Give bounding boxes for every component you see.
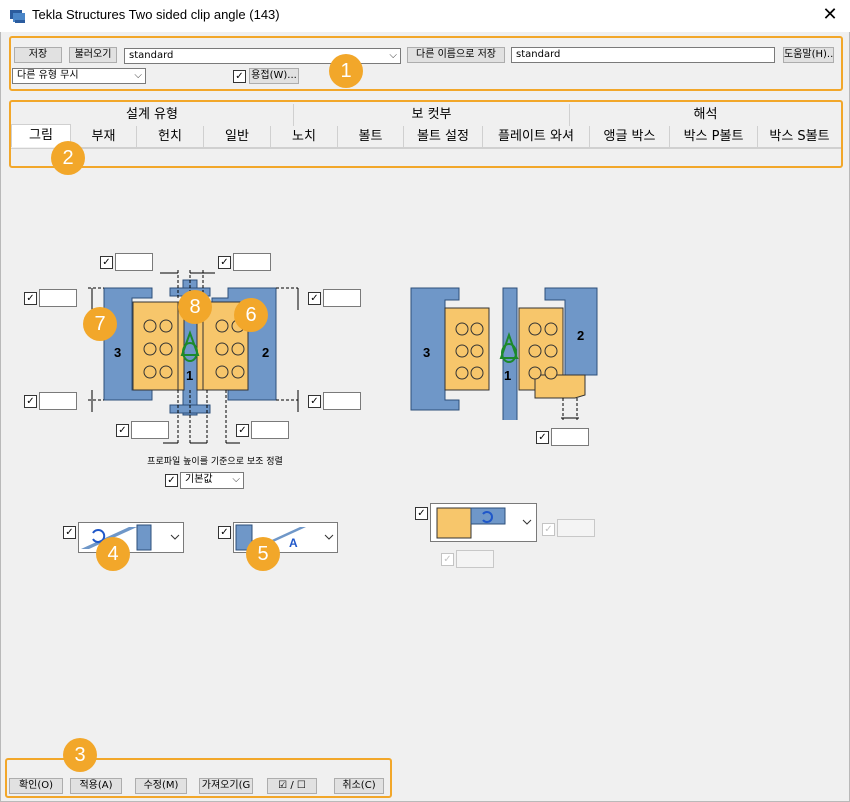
chevron-down-icon: ⌵ [232, 474, 240, 485]
dim-checkbox[interactable]: ✓ [218, 256, 231, 269]
dim-checkbox[interactable]: ✓ [24, 292, 37, 305]
tab-box-s-bolt[interactable]: 박스 S볼트 [758, 126, 841, 148]
callout-badge-1: 1 [329, 54, 363, 88]
callout-badge-8: 8 [178, 290, 212, 324]
tab-group-analysis: 해석 [693, 107, 718, 122]
tab-group-beam-cut: 보 컷부 [294, 104, 570, 126]
member-label: 1 [186, 368, 193, 383]
connection-diagram-right: 3 2 1 [410, 287, 598, 420]
member-label: 2 [577, 328, 584, 343]
save-button[interactable]: 저장 [14, 47, 62, 63]
tab-notch[interactable]: 노치 [271, 126, 338, 148]
dim-field[interactable] [551, 428, 589, 446]
box-preview-icon [436, 507, 532, 539]
bolt-orientation-picker[interactable] [78, 522, 184, 553]
option-checkbox[interactable]: ✓ [63, 526, 76, 539]
callout-badge-5: 5 [246, 537, 280, 571]
dim-field[interactable] [115, 253, 153, 271]
member-label: 3 [423, 345, 430, 360]
dim-checkbox[interactable]: ✓ [100, 256, 113, 269]
dim-field[interactable] [323, 289, 361, 307]
help-button[interactable]: 도움말(H)... [783, 47, 834, 63]
dim-checkbox[interactable]: ✓ [24, 395, 37, 408]
callout-badge-4: 4 [96, 537, 130, 571]
tab-box-p-bolt[interactable]: 박스 P볼트 [670, 126, 758, 148]
preset-value: standard [129, 50, 174, 61]
load-button[interactable]: 불러오기 [69, 47, 117, 63]
member-label: 2 [262, 345, 269, 360]
save-as-input[interactable]: standard [511, 47, 775, 63]
member-label: 1 [504, 368, 511, 383]
tab-divider [11, 148, 841, 149]
box-orientation-picker[interactable] [430, 503, 537, 542]
tab-group-design-type: 설계 유형 [11, 104, 294, 126]
tab-bolts[interactable]: 볼트 [338, 126, 404, 148]
disabled-field [456, 550, 494, 568]
dim-checkbox[interactable]: ✓ [116, 424, 129, 437]
ok-button[interactable]: 확인(O) [9, 778, 63, 794]
weld-button[interactable]: 용접(W)... [249, 68, 299, 84]
profile-height-caption: 프로파일 높이를 기준으로 보조 정렬 [147, 457, 283, 467]
tab-member[interactable]: 부재 [71, 126, 137, 148]
chevron-down-icon: ⌵ [389, 50, 397, 61]
option-checkbox[interactable]: ✓ [415, 507, 428, 520]
alignment-checkbox[interactable]: ✓ [165, 474, 178, 487]
ignore-type-combo[interactable]: 다른 유형 무시 ⌵ [12, 68, 146, 84]
tab-angle-box[interactable]: 앵글 박스 [590, 126, 670, 148]
member-label: 3 [114, 345, 121, 360]
save-as-button[interactable]: 다른 이름으로 저장 [407, 47, 505, 63]
apply-button[interactable]: 적용(A) [70, 778, 122, 794]
dim-field[interactable] [251, 421, 289, 439]
ignore-type-value: 다른 유형 무시 [17, 70, 79, 81]
tab-bolt-settings[interactable]: 볼트 설정 [404, 126, 483, 148]
chevron-down-icon: ⌵ [134, 70, 142, 81]
get-button[interactable]: 가져오기(G [199, 778, 253, 794]
callout-badge-3: 3 [63, 738, 97, 772]
tab-haunch[interactable]: 헌치 [137, 126, 204, 148]
dim-field[interactable] [39, 289, 77, 307]
tekla-app-icon [9, 8, 27, 24]
cancel-button[interactable]: 취소(C) [334, 778, 384, 794]
weld-checkbox[interactable]: ✓ [233, 70, 246, 83]
modify-button[interactable]: 수정(M) [135, 778, 187, 794]
callout-badge-6: 6 [234, 298, 268, 332]
alignment-combo[interactable]: 기본값 ⌵ [180, 472, 244, 489]
callout-badge-7: 7 [83, 307, 117, 341]
dim-field[interactable] [233, 253, 271, 271]
dim-checkbox[interactable]: ✓ [536, 431, 549, 444]
close-icon[interactable]: ✕ [818, 2, 842, 28]
tab-general[interactable]: 일반 [204, 126, 271, 148]
dim-field[interactable] [39, 392, 77, 410]
callout-badge-2: 2 [51, 141, 85, 175]
dim-checkbox[interactable]: ✓ [236, 424, 249, 437]
dim-checkbox[interactable]: ✓ [308, 395, 321, 408]
dim-field[interactable] [323, 392, 361, 410]
dim-field[interactable] [131, 421, 169, 439]
connection-diagram-left: 3 2 1 [88, 270, 299, 445]
disabled-checkbox: ✓ [441, 553, 454, 566]
orientation-preview-icon [81, 524, 180, 551]
window-title: Tekla Structures Two sided clip angle (1… [32, 7, 280, 22]
option-checkbox[interactable]: ✓ [218, 526, 231, 539]
dim-checkbox[interactable]: ✓ [308, 292, 321, 305]
toggle-checkboxes-button[interactable]: ☑ / ☐ [267, 778, 317, 794]
disabled-field [557, 519, 595, 537]
disabled-checkbox: ✓ [542, 523, 555, 536]
tab-plate-washer[interactable]: 플레이트 와셔 [483, 126, 590, 148]
alignment-value: 기본값 [185, 474, 213, 485]
svg-text:A: A [289, 536, 298, 550]
